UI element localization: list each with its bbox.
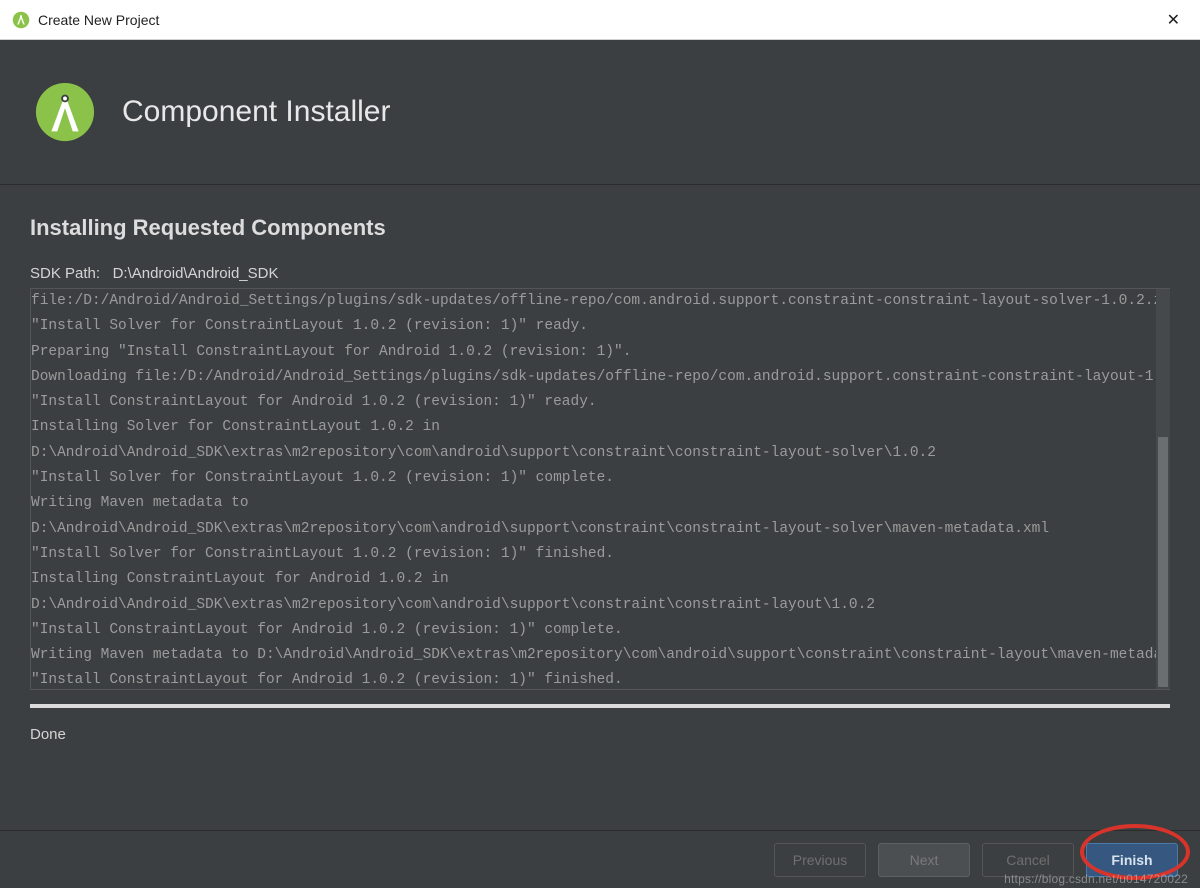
content-area: Installing Requested Components SDK Path… [0, 184, 1200, 830]
log-content: file:/D:/Android/Android_Settings/plugin… [31, 289, 1170, 690]
window-title: Create New Project [38, 12, 159, 28]
previous-button: Previous [774, 843, 866, 877]
section-title: Installing Requested Components [30, 215, 1170, 241]
android-studio-logo-icon [34, 81, 96, 143]
log-scrollbar[interactable] [1156, 289, 1170, 689]
header-title: Component Installer [122, 95, 390, 129]
title-bar: Create New Project ✕ [0, 0, 1200, 40]
sdk-path-line: SDK Path: D:\Android\Android_SDK [30, 265, 1170, 282]
title-left: Create New Project [12, 11, 159, 29]
log-output: file:/D:/Android/Android_Settings/plugin… [30, 288, 1170, 690]
status-text: Done [30, 726, 1170, 743]
header: Component Installer [0, 40, 1200, 184]
log-scrollbar-thumb[interactable] [1158, 437, 1168, 687]
progress-bar [30, 704, 1170, 708]
sdk-path-value: D:\Android\Android_SDK [113, 265, 279, 282]
android-studio-icon [12, 11, 30, 29]
footer: Previous Next Cancel Finish https://blog… [0, 830, 1200, 888]
next-button: Next [878, 843, 970, 877]
close-button[interactable]: ✕ [1159, 6, 1188, 34]
sdk-path-label: SDK Path: [30, 265, 100, 282]
watermark-text: https://blog.csdn.net/u014720022 [1004, 872, 1188, 886]
